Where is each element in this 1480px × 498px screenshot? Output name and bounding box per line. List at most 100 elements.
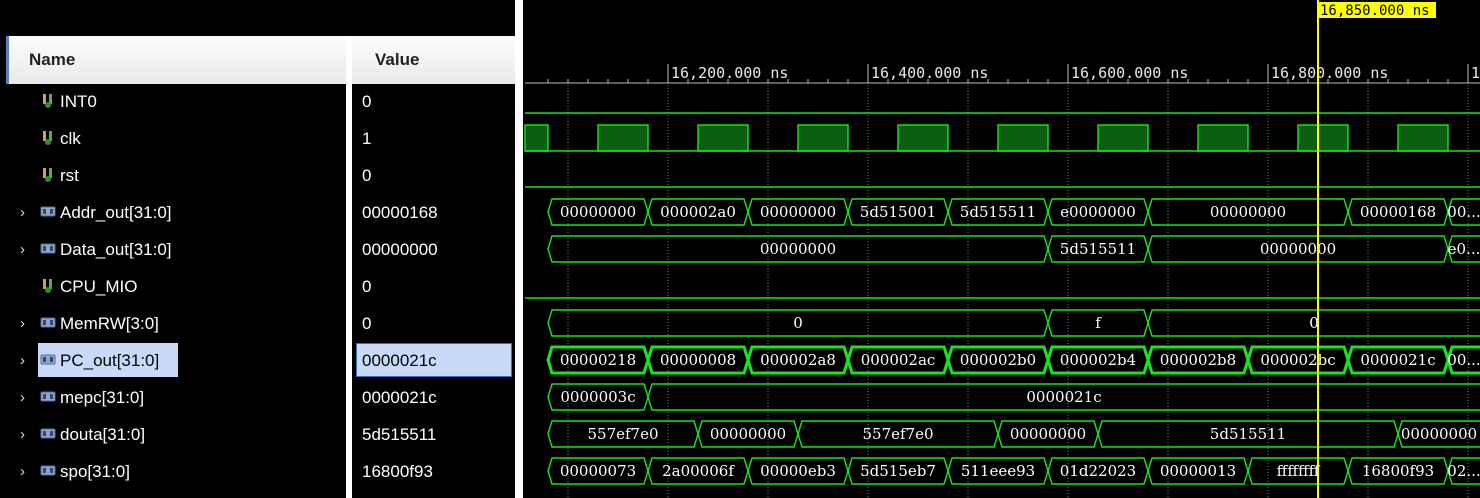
signal-row[interactable]: › spo[31:0] 16800f93 — [0, 453, 515, 490]
bus-value-label: 000002a8 — [760, 351, 836, 369]
signal-row[interactable]: › Data_out[31:0] 00000000 — [0, 231, 515, 268]
bus-value-label: 00000000 — [1401, 425, 1477, 443]
bus-value-label: 0000021c — [1026, 388, 1101, 406]
signal-value: 00000000 — [362, 240, 438, 259]
bus-value-label: 00000000 — [560, 203, 636, 221]
panel-toolbar — [0, 0, 520, 36]
bus-value-label: 00000168 — [1360, 203, 1436, 221]
clock-high-pulse — [797, 124, 849, 152]
bus-value-label: 00000000 — [1210, 203, 1286, 221]
clock-high-pulse — [524, 124, 549, 152]
signal-name: CPU_MIO — [60, 277, 138, 296]
bus-value-label: 000002b8 — [1160, 351, 1236, 369]
signal-value: 0000021c — [362, 351, 437, 370]
bus-value-label: 00000000 — [710, 425, 786, 443]
bus-value-label: 00000000 — [1010, 425, 1086, 443]
signal-value: 0 — [362, 166, 372, 185]
signal-row[interactable]: rst 0 — [0, 157, 515, 194]
expand-chevron-icon[interactable]: › — [20, 194, 32, 231]
signal-row[interactable]: › douta[31:0] 5d515511 — [0, 416, 515, 453]
bus-value-label: 00... — [1447, 351, 1480, 369]
signal-value: 0 — [362, 277, 372, 296]
bus-value-label: 5d515511 — [1060, 240, 1136, 258]
ruler-time-label: 16,400.000 ns — [871, 64, 988, 82]
bus-value-label: 557ef7e0 — [862, 425, 933, 443]
signal-row[interactable]: › mepc[31:0] 0000021c — [0, 379, 515, 416]
clock-high-pulse — [697, 124, 749, 152]
clock-high-pulse — [997, 124, 1049, 152]
expand-chevron-icon[interactable]: › — [20, 453, 32, 490]
bus-value-label: 5d515001 — [860, 203, 936, 221]
signal-value: 1 — [362, 129, 372, 148]
signal-list-panel: Name Value INT0 0 clk 1 rst 0 › Addr_out[31:0] 0… — [0, 0, 520, 498]
signal-name: INT0 — [60, 92, 97, 111]
bus-value-label: 5d515eb7 — [860, 462, 936, 480]
expand-chevron-icon[interactable]: › — [20, 379, 32, 416]
ruler-time-label: 16,600.000 ns — [1071, 64, 1188, 82]
bus-value-label: 557ef7e0 — [587, 425, 658, 443]
bus-value-label: 000002b0 — [960, 351, 1036, 369]
signal-name: mepc[31:0] — [60, 388, 145, 407]
name-column-header[interactable]: Name — [6, 36, 346, 84]
bus-value-label: 00000218 — [560, 351, 636, 369]
clock-high-pulse — [1397, 124, 1449, 152]
bus-value-label: 00000eb3 — [760, 462, 836, 480]
bus-value-label: 000002ac — [861, 351, 936, 369]
clock-high-pulse — [1097, 124, 1149, 152]
signal-value: 0000021c — [362, 388, 437, 407]
bus-value-label: 5d515511 — [1210, 425, 1286, 443]
cursor-time-label: 16,850.000 ns — [1320, 3, 1430, 19]
ruler-time-label: 16,800.000 ns — [1271, 64, 1388, 82]
clock-high-pulse — [1197, 124, 1249, 152]
signal-value: 16800f93 — [362, 462, 433, 481]
signal-name: clk — [60, 129, 81, 148]
expand-chevron-icon[interactable]: › — [20, 305, 32, 342]
bus-value-label: 0000021c — [1360, 351, 1435, 369]
bus-value-label: 00000008 — [660, 351, 736, 369]
clock-high-pulse — [597, 124, 649, 152]
expand-chevron-icon[interactable]: › — [20, 231, 32, 268]
signal-row[interactable]: INT0 0 — [0, 83, 515, 120]
signal-name: douta[31:0] — [60, 425, 146, 444]
signal-name: MemRW[3:0] — [60, 314, 159, 333]
bus-value-label: 511eee93 — [961, 462, 1035, 480]
signal-name: Addr_out[31:0] — [60, 203, 172, 222]
bus-value-label: 0 — [793, 314, 803, 332]
bus-value-label: 00000000 — [1260, 240, 1336, 258]
bus-value-label: 00000073 — [560, 462, 636, 480]
ruler-time-label: 16,200.000 ns — [671, 64, 788, 82]
waveform-viewer[interactable]: 16,200.000 ns 16,400.000 ns 16,600.000 ns 1… — [523, 0, 1480, 498]
signal-name: PC_out[31:0] — [60, 351, 160, 370]
bus-value-label: 000002b4 — [1060, 351, 1136, 369]
bus-value-label: 16800f93 — [1362, 462, 1434, 480]
bus-value-label: e0... — [1448, 240, 1480, 258]
signal-row[interactable]: › MemRW[3:0] 0 — [0, 305, 515, 342]
panel-splitter[interactable] — [515, 0, 523, 498]
bus-value-label: 01d22023 — [1060, 462, 1136, 480]
bus-value-label: 00000000 — [760, 203, 836, 221]
signal-name: Data_out[31:0] — [60, 240, 172, 259]
signal-row[interactable]: clk 1 — [0, 120, 515, 157]
signal-row[interactable]: › PC_out[31:0] 0000021c — [0, 342, 515, 379]
signal-value: 00000168 — [362, 203, 438, 222]
bus-value-label: 00000013 — [1160, 462, 1236, 480]
bus-value-label: 00... — [1447, 203, 1480, 221]
clock-high-pulse — [1297, 124, 1349, 152]
signal-row[interactable]: › Addr_out[31:0] 00000168 — [0, 194, 515, 231]
signal-value: 0 — [362, 314, 372, 333]
clock-high-pulse — [897, 124, 949, 152]
bus-value-label: 0000003c — [560, 388, 635, 406]
signal-name: spo[31:0] — [60, 462, 130, 481]
bus-value-label: f — [1095, 314, 1102, 332]
value-column-header[interactable]: Value — [352, 36, 518, 84]
bus-value-label: ffffffff — [1277, 462, 1321, 480]
bus-value-label: 000002bc — [1260, 351, 1335, 369]
bus-value-label: 5d515511 — [960, 203, 1036, 221]
bus-value-label: e0000000 — [1060, 203, 1136, 221]
bus-value-label: 02... — [1447, 462, 1480, 480]
column-header: Name Value — [6, 36, 518, 84]
expand-chevron-icon[interactable]: › — [20, 416, 32, 453]
expand-chevron-icon[interactable]: › — [20, 342, 32, 379]
signal-name: rst — [60, 166, 79, 185]
signal-row[interactable]: CPU_MIO 0 — [0, 268, 515, 305]
